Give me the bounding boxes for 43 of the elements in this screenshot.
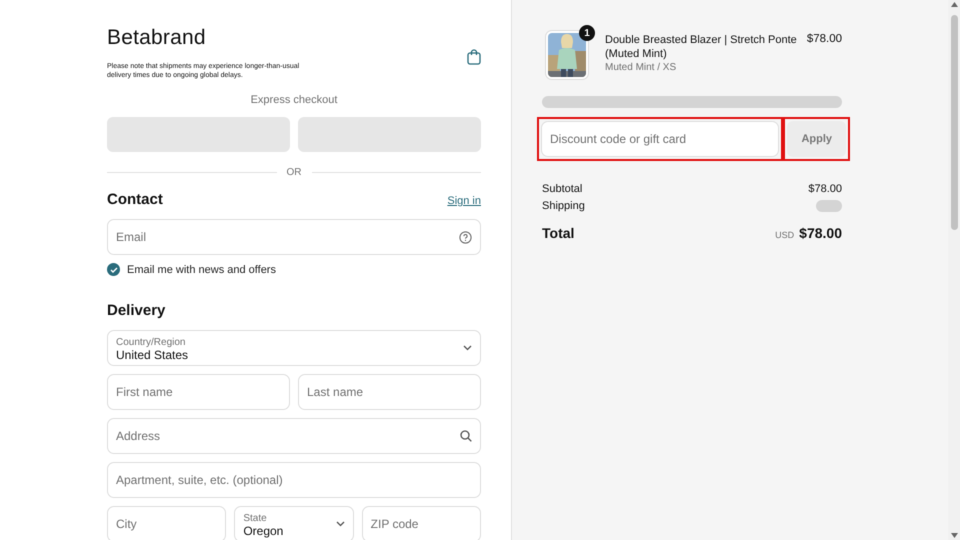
chevron-down-icon [463, 345, 472, 351]
quantity-badge: 1 [579, 25, 595, 41]
product-name: Double Breasted Blazer | Stretch Ponte (Muted Mint) [605, 33, 797, 61]
search-icon [460, 430, 472, 442]
chevron-down-icon [336, 521, 345, 527]
section-heading: Contact [107, 191, 163, 208]
input-field[interactable]: Last name [298, 374, 481, 410]
product-variant: Muted Mint / XS [605, 62, 678, 73]
address-field[interactable]: Address [107, 418, 481, 454]
express-checkout-label: Express checkout [250, 94, 338, 106]
subtotal-label: Subtotal [542, 183, 582, 195]
field-value: Oregon [243, 524, 284, 538]
select-field[interactable]: Country/Region United States [107, 330, 481, 366]
currency-code: USD [775, 230, 794, 240]
product-price: $78.00 [806, 32, 842, 45]
select-field[interactable]: State Oregon [234, 506, 354, 540]
or-separator: OR [286, 167, 302, 178]
total-value: $78.00 [799, 225, 842, 241]
scroll-down-icon[interactable] [950, 533, 958, 538]
help-icon[interactable] [459, 230, 472, 244]
loading-placeholder [816, 200, 842, 212]
brand-logo[interactable]: Betabrand [107, 26, 322, 50]
input-field[interactable]: First name [107, 374, 290, 410]
sign-in-link[interactable]: Sign in [447, 195, 481, 207]
discount-field[interactable]: Discount code or gift card [541, 121, 780, 157]
field-label: Country/Region [116, 336, 186, 348]
checkbox[interactable] [107, 263, 120, 276]
total-label: Total [542, 225, 574, 241]
input-field[interactable]: ZIP code [362, 506, 481, 540]
subtotal-value: $78.00 [808, 183, 842, 195]
apply-button[interactable]: Apply [787, 121, 846, 157]
shipping-label: Shipping [542, 200, 585, 212]
section-heading: Delivery [107, 302, 166, 319]
checkbox-label: Email me with news and offers [127, 264, 276, 276]
scroll-up-icon[interactable] [950, 2, 958, 7]
input-field[interactable]: City [107, 506, 226, 540]
field-label: State [243, 512, 268, 524]
input-field[interactable]: Apartment, suite, etc. (optional) [107, 462, 481, 498]
shopping-bag-icon[interactable] [467, 49, 481, 65]
checkmark-icon [110, 266, 118, 272]
scrollbar-thumb[interactable] [950, 15, 958, 230]
field-value: United States [116, 348, 190, 362]
email-field[interactable]: Email [107, 219, 481, 255]
